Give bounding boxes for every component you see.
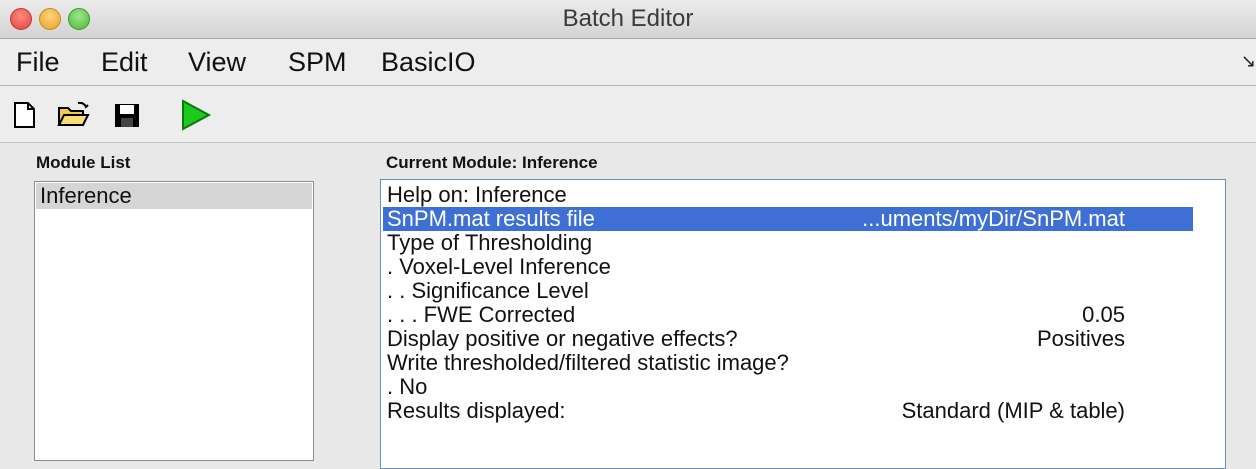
row-value: Standard (MIP & table) [901, 398, 1125, 423]
list-item[interactable]: Type of Thresholding [383, 231, 1193, 255]
module-list[interactable]: Inference [34, 181, 314, 461]
list-item[interactable]: Write thresholded/filtered statistic ima… [383, 351, 1193, 375]
row-label: Type of Thresholding [387, 230, 593, 255]
row-label: Results displayed: [387, 398, 566, 423]
list-item[interactable]: Help on: Inference [383, 183, 1193, 207]
list-item[interactable]: . . . FWE Corrected 0.05 [383, 303, 1193, 327]
toolbar [0, 86, 1256, 143]
open-folder-icon[interactable] [56, 98, 90, 132]
menu-view[interactable]: View [188, 39, 246, 85]
window-title: Batch Editor [562, 5, 694, 32]
menu-file[interactable]: File [16, 39, 60, 85]
row-label: Display positive or negative effects? [387, 326, 738, 351]
menu-edit[interactable]: Edit [101, 39, 148, 85]
row-label: Help on: Inference [387, 182, 567, 207]
row-value: ...uments/myDir/SnPM.mat [862, 206, 1125, 231]
menu-spm[interactable]: SPM [288, 39, 347, 85]
list-item[interactable]: Results displayed: Standard (MIP & table… [383, 399, 1193, 423]
row-value: 0.05 [1082, 302, 1125, 327]
run-icon[interactable] [178, 98, 212, 132]
list-item[interactable]: . . Significance Level [383, 279, 1193, 303]
current-module-list[interactable]: Help on: Inference SnPM.mat results file… [380, 179, 1226, 469]
save-icon[interactable] [110, 98, 144, 132]
row-label: . Voxel-Level Inference [387, 254, 611, 279]
list-item[interactable]: SnPM.mat results file ...uments/myDir/Sn… [383, 207, 1193, 231]
menu-bar: File Edit View SPM BasicIO ↘ [0, 39, 1256, 86]
row-label: . . . FWE Corrected [387, 302, 576, 327]
current-module-label: Current Module: Inference [386, 153, 598, 172]
list-item[interactable]: Inference [36, 183, 312, 209]
row-label: . . Significance Level [387, 278, 589, 303]
row-label: Write thresholded/filtered statistic ima… [387, 350, 789, 375]
list-item[interactable]: Display positive or negative effects? Po… [383, 327, 1193, 351]
list-item[interactable]: . Voxel-Level Inference [383, 255, 1193, 279]
new-file-icon[interactable] [8, 98, 42, 132]
row-label: . No [387, 374, 428, 399]
menu-basicio[interactable]: BasicIO [381, 39, 476, 85]
title-bar: Batch Editor [0, 0, 1256, 39]
row-label: SnPM.mat results file [387, 206, 595, 231]
list-item[interactable]: . No [383, 375, 1193, 399]
module-list-label: Module List [36, 153, 131, 172]
row-value: Positives [1036, 326, 1125, 351]
chevron-overflow-icon[interactable]: ↘ [1241, 51, 1256, 72]
